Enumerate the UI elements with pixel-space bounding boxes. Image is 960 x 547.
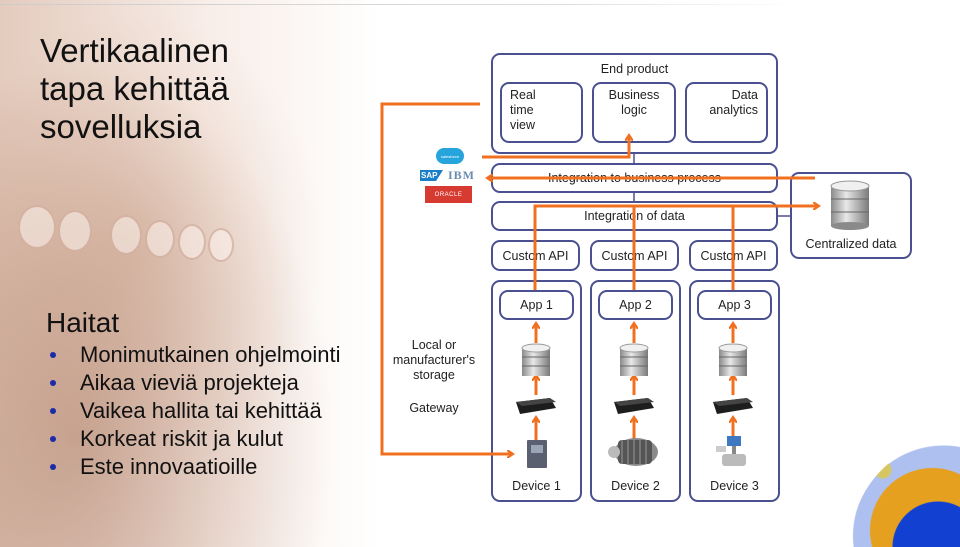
electric-motor-icon (608, 438, 658, 466)
database-icon (619, 343, 649, 376)
arrow-apps-to-centralized (533, 206, 818, 290)
diagram-connectors (380, 102, 870, 468)
centralized-database-icon (830, 180, 870, 230)
frequency-drive-icon (527, 440, 547, 468)
column-arrows (536, 324, 733, 440)
gateway-icon (614, 398, 654, 414)
database-icon (521, 343, 551, 376)
database-icon (718, 343, 748, 376)
control-valve-icon (716, 436, 746, 466)
gateway-icon (516, 398, 556, 414)
arrow-logos-to-business-logic (482, 136, 629, 159)
orange-data-flow-arrows (380, 102, 818, 454)
gateway-icon (713, 398, 753, 414)
